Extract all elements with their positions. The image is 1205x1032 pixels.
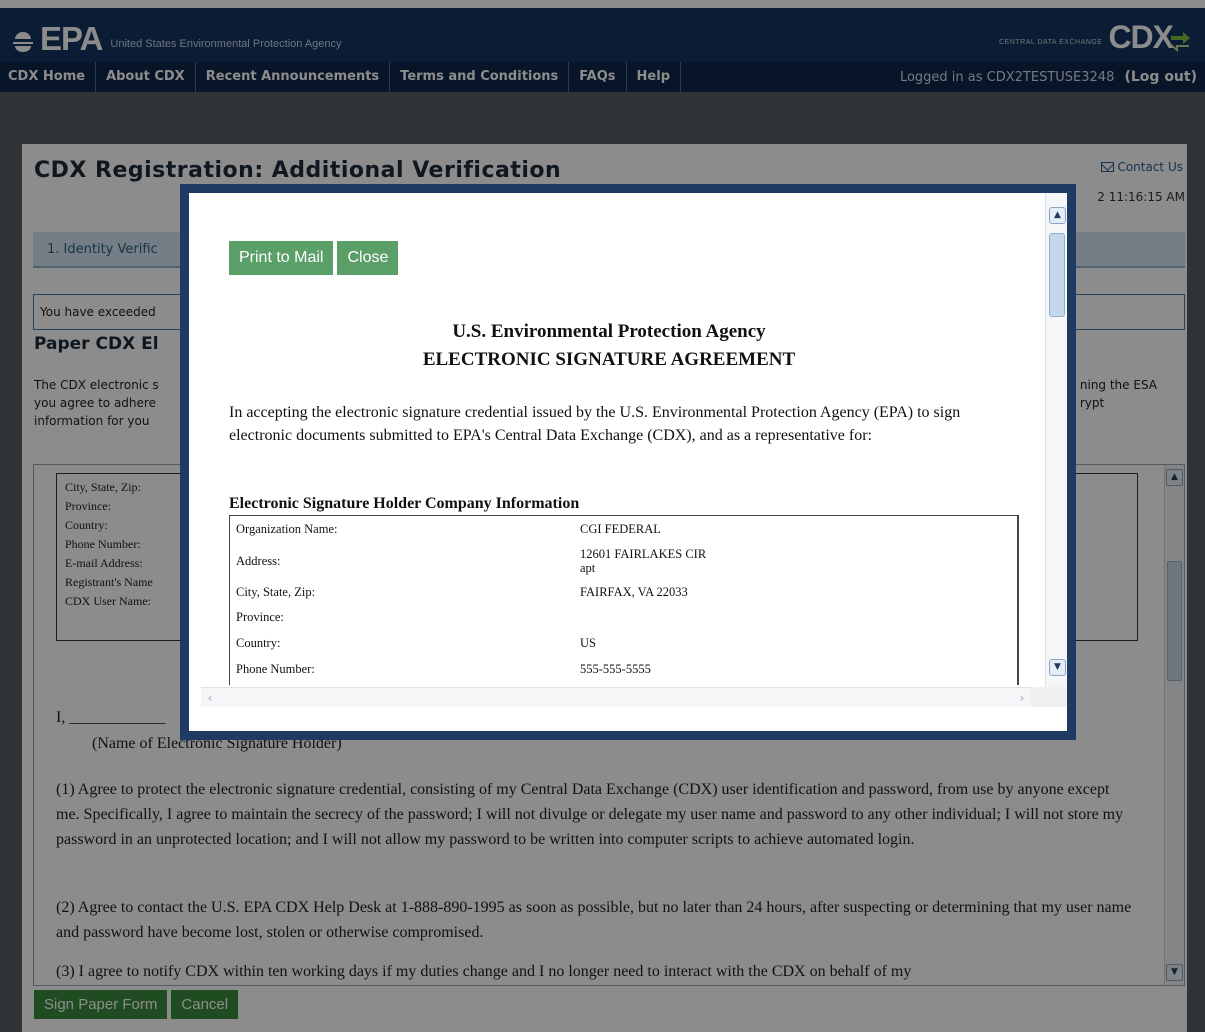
row-value: 555-555-5555: [580, 662, 651, 676]
esa-modal: Print to Mail Close U.S. Environmental P…: [180, 184, 1076, 740]
scroll-corner: [1031, 687, 1067, 707]
table-row: Phone Number: 555-555-5555: [230, 656, 1017, 682]
address-line-2: apt: [580, 561, 596, 575]
scrollbar-thumb[interactable]: [1049, 233, 1065, 317]
scroll-down-button[interactable]: ▼: [1049, 659, 1066, 676]
table-row: Organization Name: CGI FEDERAL: [230, 516, 1017, 542]
esa-modal-content: Print to Mail Close U.S. Environmental P…: [189, 193, 1067, 731]
scroll-right-button[interactable]: ›: [1015, 690, 1029, 706]
company-info-table: Organization Name: CGI FEDERAL Address: …: [229, 515, 1019, 685]
row-label: Organization Name:: [236, 522, 338, 536]
row-value: US: [580, 636, 596, 650]
row-label: Address:: [236, 553, 281, 568]
row-value: 12601 FAIRLAKES CIR apt: [580, 547, 1017, 575]
agency-heading: U.S. Environmental Protection Agency: [452, 321, 766, 342]
print-to-mail-button[interactable]: Print to Mail: [229, 241, 334, 275]
scroll-left-button[interactable]: ‹: [203, 690, 217, 706]
scroll-up-button[interactable]: ▲: [1049, 207, 1066, 224]
modal-scrollbar[interactable]: ▲ ▼: [1045, 193, 1067, 687]
row-value: CGI FEDERAL: [580, 522, 661, 536]
acceptance-text: In accepting the electronic signature cr…: [229, 404, 961, 444]
company-info-heading: Electronic Signature Holder Company Info…: [229, 495, 580, 512]
agreement-heading: ELECTRONIC SIGNATURE AGREEMENT: [422, 349, 796, 370]
row-value: FAIRFAX, VA 22033: [580, 585, 688, 599]
row-label: City, State, Zip:: [236, 585, 316, 599]
address-line-1: 12601 FAIRLAKES CIR: [580, 547, 707, 561]
modal-actions: Print to Mail Close: [229, 241, 399, 275]
table-row: Country: US: [230, 630, 1017, 656]
row-label: Phone Number:: [236, 662, 315, 676]
row-label: Country:: [236, 636, 281, 650]
row-value: [580, 604, 1017, 630]
table-row: City, State, Zip: FAIRFAX, VA 22033: [230, 580, 1017, 604]
row-label: Province:: [236, 610, 284, 624]
table-row: Province:: [230, 604, 1017, 630]
table-row: Address: 12601 FAIRLAKES CIR apt: [230, 542, 1017, 580]
modal-horizontal-scrollbar[interactable]: ‹ ›: [201, 687, 1031, 707]
close-button[interactable]: Close: [337, 241, 399, 275]
